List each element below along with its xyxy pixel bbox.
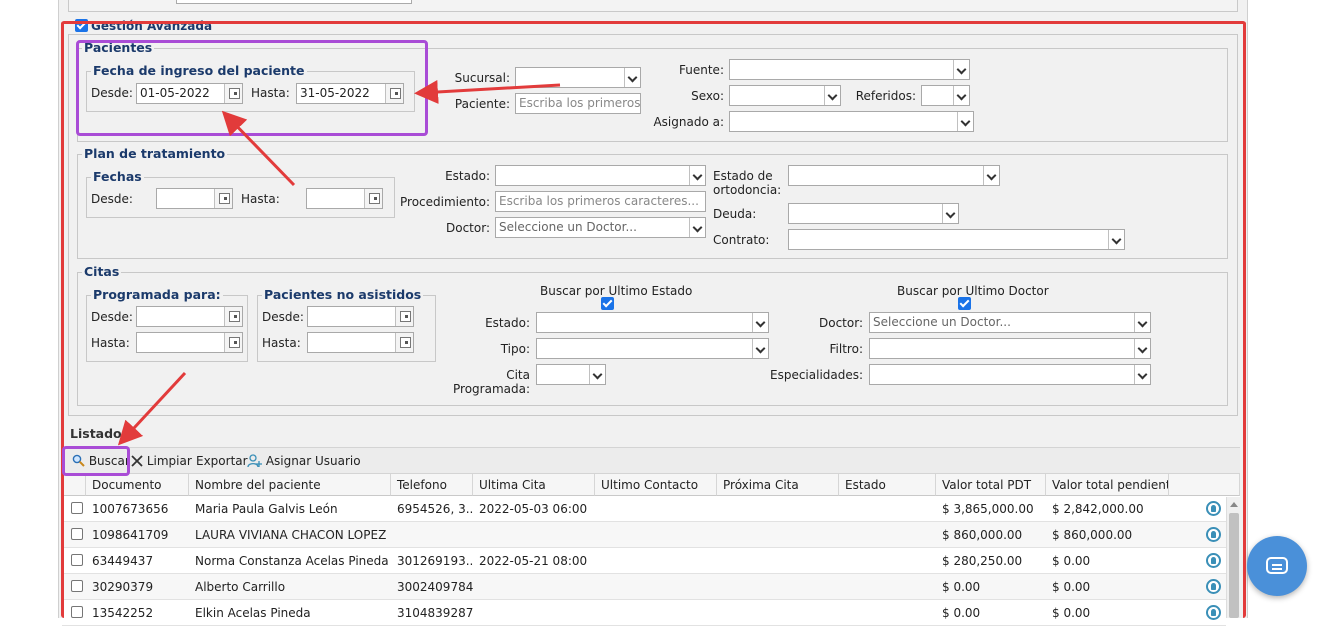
annotation-purple-box-buscar: [62, 446, 130, 476]
previous-section-field: [176, 0, 412, 4]
chat-bubble-icon: [1266, 557, 1288, 574]
annotation-purple-box-fecha-ingreso: [76, 40, 428, 136]
chat-button[interactable]: [1247, 536, 1307, 596]
